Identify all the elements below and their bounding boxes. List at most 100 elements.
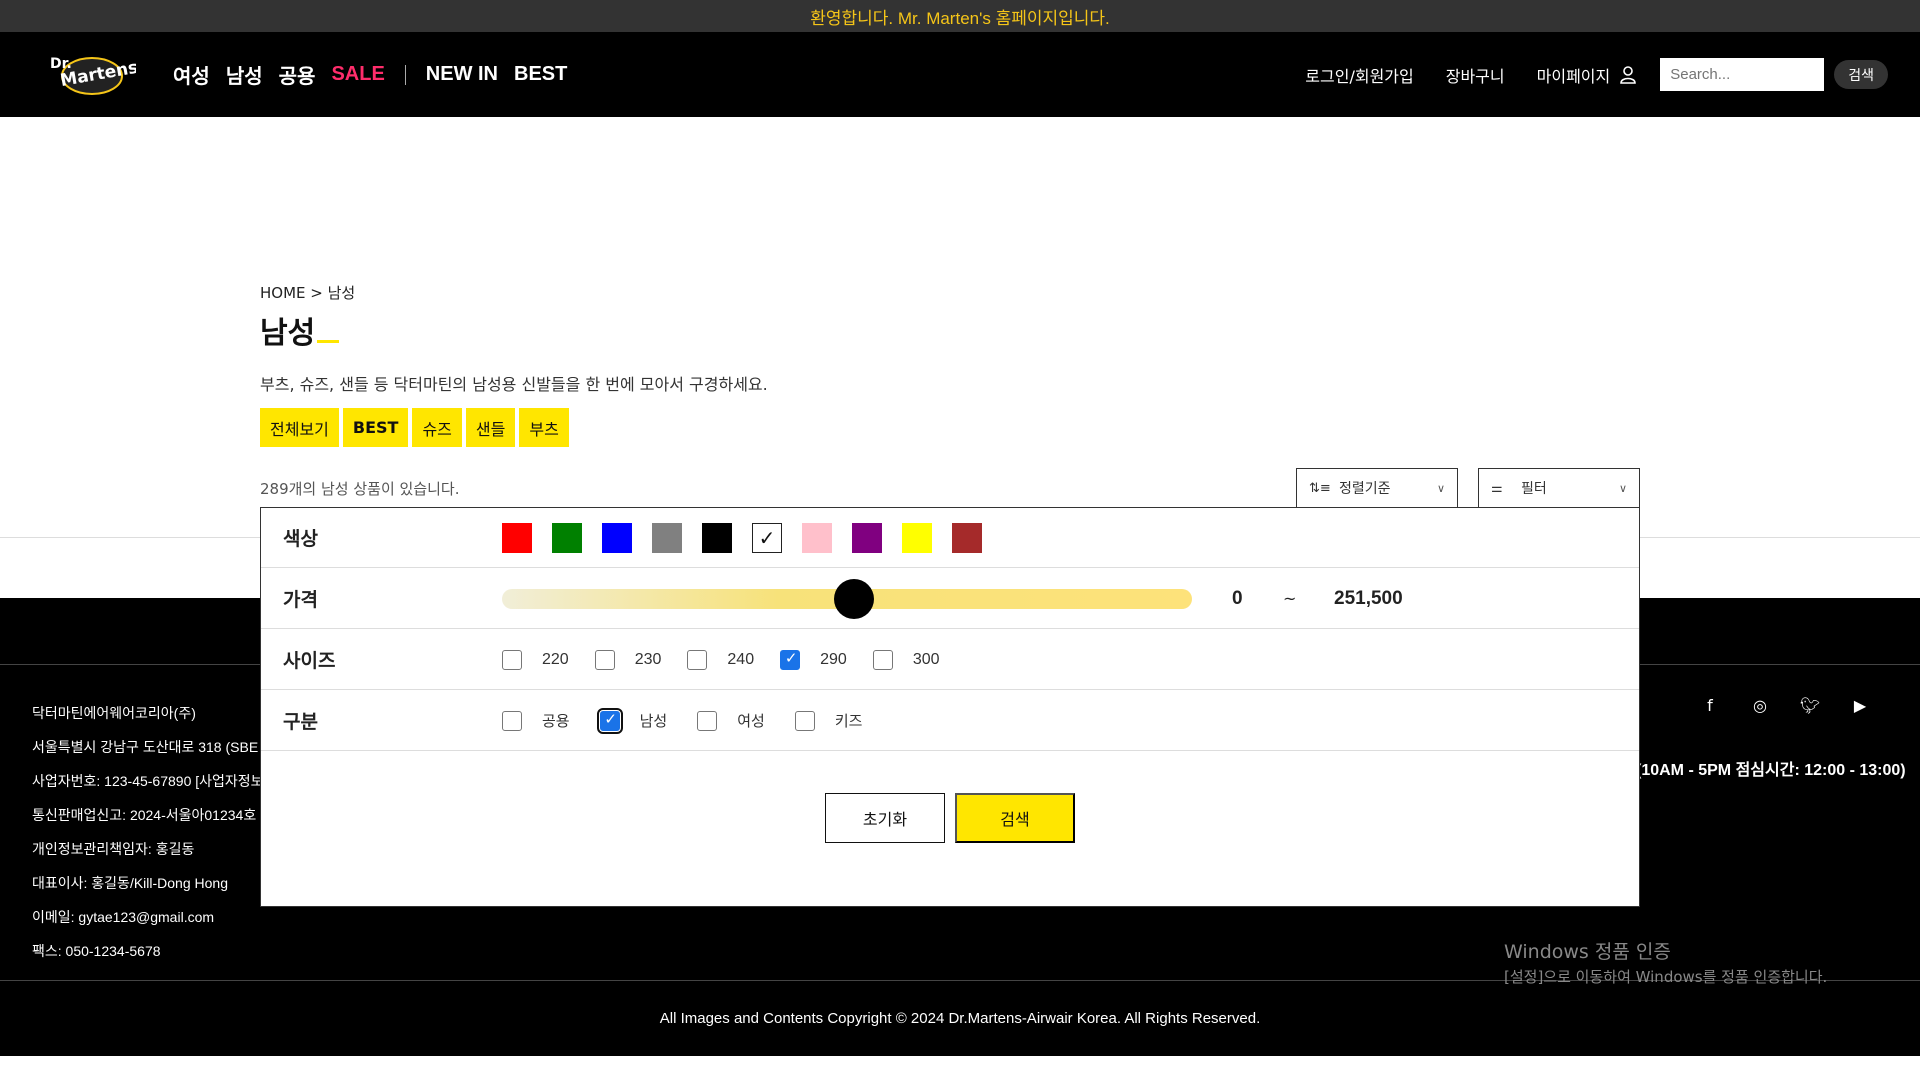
size-option[interactable]: 220 <box>502 649 569 670</box>
search-button[interactable]: 검색 <box>1834 60 1888 89</box>
gender-option-label: 키즈 <box>834 712 863 730</box>
price-label: 가격 <box>283 589 318 611</box>
price-separator: ~ <box>1283 589 1297 608</box>
gender-options: 공용 남성 여성 키즈 <box>502 707 892 734</box>
color-swatch-gray[interactable] <box>652 522 682 553</box>
color-swatch-blue[interactable] <box>602 522 632 553</box>
gender-checkbox-kids[interactable] <box>794 710 815 731</box>
gender-checkbox-women[interactable] <box>697 710 718 731</box>
brand-logo[interactable]: Dr. Martens <box>44 46 140 100</box>
sort-label: 정렬기준 <box>1339 481 1391 497</box>
sort-select[interactable]: ⇅≡ 정렬기준 ∨ <box>1296 468 1458 508</box>
price-slider[interactable] <box>502 578 1192 619</box>
color-swatch-red[interactable] <box>502 522 532 553</box>
nav-unisex[interactable]: 공용 <box>279 60 316 89</box>
filter-select[interactable]: ⚌ 필터 ∨ <box>1478 468 1640 508</box>
cart-link[interactable]: 장바구니 <box>1446 63 1505 87</box>
size-row: 사이즈 220 230 240 290 300 <box>261 630 1639 690</box>
site-header: Dr. Martens 여성 남성 공용 SALE NEW IN BEST 로그… <box>0 32 1920 117</box>
category-all[interactable]: 전체보기 <box>260 408 339 447</box>
color-swatch-purple[interactable] <box>852 522 882 553</box>
color-swatch-green[interactable] <box>552 522 582 553</box>
size-checkbox-220[interactable] <box>502 649 522 670</box>
color-swatch-yellow[interactable] <box>902 522 932 553</box>
page-description: 부츠, 슈즈, 샌들 등 닥터마틴의 남성용 신발들을 한 번에 모아서 구경하… <box>260 375 768 394</box>
gender-checkbox-men[interactable] <box>596 707 623 734</box>
size-label: 사이즈 <box>283 650 336 672</box>
category-best[interactable]: BEST <box>342 408 409 447</box>
color-swatch-black[interactable] <box>702 522 732 553</box>
category-sandals[interactable]: 샌들 <box>465 408 516 447</box>
page-title: 남성 <box>260 308 340 352</box>
size-option[interactable]: 290 <box>780 649 847 670</box>
nav-sale[interactable]: SALE <box>331 63 384 86</box>
twitter-icon[interactable]: 🐦︎ <box>1800 696 1820 715</box>
filter-actions: 초기화 검색 <box>825 793 1075 843</box>
social-links: f ◎ 🐦︎ ▶ <box>1700 696 1870 715</box>
price-row: 가격 0 ~ 251,500 <box>261 569 1639 629</box>
gender-option[interactable]: 공용 <box>502 710 570 731</box>
company-info: 닥터마틴에어웨어코리아(주) 서울특별시 강남구 도산대로 318 (SBE 사… <box>32 696 264 968</box>
size-options: 220 230 240 290 300 <box>502 649 966 670</box>
company-address: 서울특별시 강남구 도산대로 318 (SBE <box>32 739 259 755</box>
email: 이메일: gytae123@gmail.com <box>32 909 215 925</box>
filter-label: 필터 <box>1521 481 1547 497</box>
size-option-label: 220 <box>542 650 569 668</box>
color-swatch-pink[interactable] <box>802 522 832 553</box>
gender-label: 구분 <box>283 711 318 733</box>
gender-option-label: 남성 <box>639 712 668 730</box>
size-option-label: 290 <box>820 650 847 668</box>
page-title-text: 남성 <box>260 316 316 351</box>
size-option[interactable]: 300 <box>872 649 940 670</box>
size-checkbox-290[interactable] <box>780 649 801 670</box>
size-checkbox-230[interactable] <box>594 649 615 670</box>
gender-option-label: 여성 <box>737 712 765 730</box>
nav-divider <box>404 64 406 85</box>
reset-button[interactable]: 초기화 <box>825 793 945 843</box>
size-checkbox-300[interactable] <box>872 649 893 670</box>
gender-option[interactable]: 키즈 <box>794 710 863 731</box>
welcome-banner: 환영합니다. Mr. Marten's 홈페이지입니다. <box>0 0 1920 32</box>
instagram-icon[interactable]: ◎ <box>1750 696 1770 715</box>
nav-best[interactable]: BEST <box>514 63 567 86</box>
title-underline <box>317 340 340 343</box>
category-shoes[interactable]: 슈즈 <box>412 408 462 447</box>
color-swatch-white[interactable]: ✓ <box>752 522 782 553</box>
price-min: 0 <box>1232 587 1243 609</box>
copyright: All Images and Contents Copyright © 2024… <box>659 1010 1261 1027</box>
business-number: 사업자번호: 123-45-67890 [사업자정보 <box>32 773 264 789</box>
size-option-label: 230 <box>634 650 662 668</box>
header-utilities: 로그인/회원가입 장바구니 마이페이지 검색 <box>1305 32 1888 117</box>
ceo: 대표이사: 홍길동/Kill-Dong Hong <box>32 875 228 891</box>
gender-option[interactable]: 남성 <box>596 707 668 734</box>
search-input[interactable] <box>1660 58 1825 91</box>
business-hours: (10AM - 5PM 점심시간: 12:00 - 13:00) <box>1636 762 1906 779</box>
nav-men[interactable]: 남성 <box>226 60 263 89</box>
chevron-down-icon: ∨ <box>1618 481 1627 495</box>
color-swatches: ✓ <box>502 522 982 553</box>
filter-search-button[interactable]: 검색 <box>955 793 1075 843</box>
login-link[interactable]: 로그인/회원가입 <box>1305 63 1413 87</box>
gender-option[interactable]: 여성 <box>697 710 765 731</box>
youtube-icon[interactable]: ▶ <box>1850 696 1870 715</box>
size-option[interactable]: 240 <box>687 649 754 670</box>
size-option[interactable]: 230 <box>594 649 662 670</box>
windows-activation-watermark: Windows 정품 인증 [설정]으로 이동하여 Windows를 정품 인증… <box>1504 937 1827 987</box>
company-name: 닥터마틴에어웨어코리아(주) <box>32 705 196 721</box>
gender-row: 구분 공용 남성 여성 키즈 <box>261 691 1639 751</box>
facebook-icon[interactable]: f <box>1700 696 1720 715</box>
nav-new-in[interactable]: NEW IN <box>426 63 498 86</box>
category-boots[interactable]: 부츠 <box>519 408 569 447</box>
category-chips: 전체보기 BEST 슈즈 샌들 부츠 <box>260 408 569 447</box>
mail-order-number: 통신판매업신고: 2024-서울아01234호 <box>32 807 257 823</box>
gender-checkbox-unisex[interactable] <box>502 710 522 731</box>
sliders-icon: ⚌ <box>1491 480 1503 496</box>
check-icon: ✓ <box>758 525 776 550</box>
size-checkbox-240[interactable] <box>687 649 708 670</box>
watermark-subtitle: [설정]으로 이동하여 Windows를 정품 인증합니다. <box>1504 968 1828 986</box>
mypage-link[interactable]: 마이페이지 <box>1537 63 1637 87</box>
price-slider-handle[interactable] <box>834 578 874 619</box>
color-swatch-brown[interactable] <box>952 522 982 553</box>
nav-women[interactable]: 여성 <box>173 60 210 89</box>
fax: 팩스: 050-1234-5678 <box>32 943 161 959</box>
